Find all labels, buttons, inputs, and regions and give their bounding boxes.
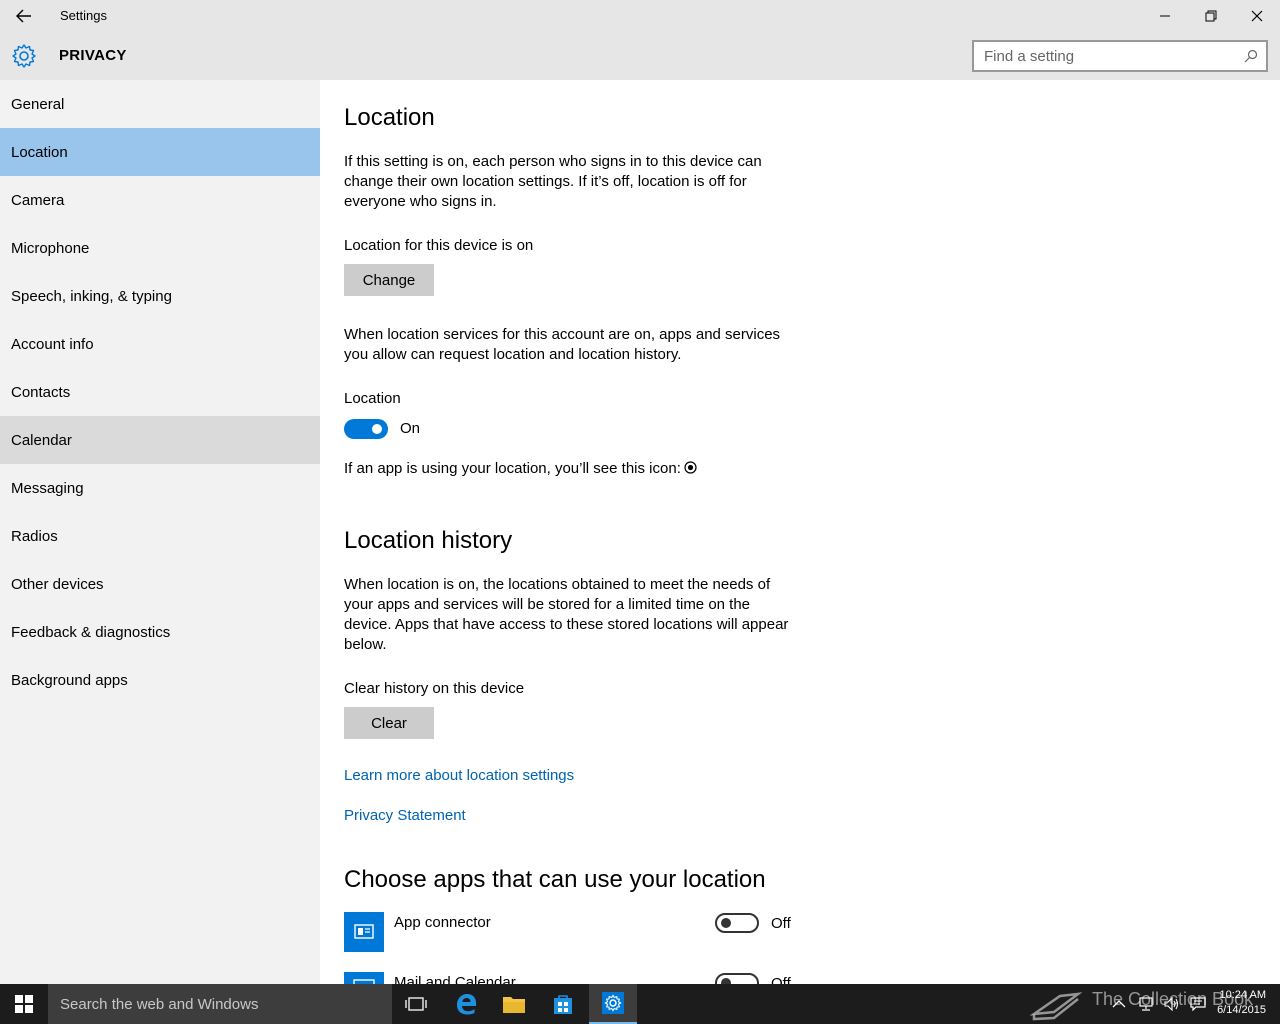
taskbar-clock[interactable]: 10:24 AM 6/14/2015 xyxy=(1217,988,1266,1018)
action-center-icon[interactable] xyxy=(1190,997,1206,1011)
account-location-description: When location services for this account … xyxy=(344,326,781,363)
store-icon xyxy=(554,995,572,1014)
choose-apps-heading: Choose apps that can use your location xyxy=(344,866,766,893)
sidebar-item-location[interactable]: Location xyxy=(0,128,320,176)
location-description: If this setting is on, each person who s… xyxy=(344,153,762,210)
sidebar-item-calendar[interactable]: Calendar xyxy=(0,416,320,464)
app-connector-toggle-state: Off xyxy=(771,915,791,932)
location-toggle-label: Location xyxy=(344,390,401,407)
learn-more-link[interactable]: Learn more about location settings xyxy=(344,767,574,784)
restore-icon xyxy=(1205,10,1217,22)
mail-calendar-name: Mail and Calendar xyxy=(394,974,516,984)
clear-history-label: Clear history on this device xyxy=(344,680,525,697)
sidebar-item-label: Location xyxy=(11,143,68,161)
chevron-up-icon[interactable] xyxy=(1112,999,1126,1009)
settings-gear-icon xyxy=(602,992,624,1014)
location-heading: Location xyxy=(344,104,435,131)
sidebar-item-label: Messaging xyxy=(11,479,84,497)
gear-icon xyxy=(12,44,36,68)
location-toggle-state: On xyxy=(400,420,421,437)
minimize-icon xyxy=(1160,15,1170,17)
sidebar-item-speech[interactable]: Speech, inking, & typing xyxy=(0,272,320,320)
sidebar-item-other-devices[interactable]: Other devices xyxy=(0,560,320,608)
location-history-heading: Location history xyxy=(344,527,513,554)
clock-time: 10:24 AM xyxy=(1219,989,1266,1001)
change-button[interactable]: Change xyxy=(344,264,434,296)
sidebar-item-label: Camera xyxy=(11,191,65,209)
close-button[interactable] xyxy=(1234,0,1280,32)
edge-icon xyxy=(457,994,476,1015)
main-content: Location If this setting is on, each per… xyxy=(320,80,1280,984)
book-logo-icon xyxy=(1030,992,1082,1021)
restore-button[interactable] xyxy=(1188,0,1234,32)
sidebar-item-label: Account info xyxy=(11,335,94,353)
search-input[interactable] xyxy=(984,47,1234,65)
sidebar-item-camera[interactable]: Camera xyxy=(0,176,320,224)
sidebar-item-feedback[interactable]: Feedback & diagnostics xyxy=(0,608,320,656)
system-tray xyxy=(1112,984,1206,1024)
clock-date: 6/14/2015 xyxy=(1217,1004,1266,1016)
app-connector-icon xyxy=(344,912,384,952)
privacy-statement-link[interactable]: Privacy Statement xyxy=(344,807,466,824)
location-history-description: When location is on, the locations obtai… xyxy=(344,576,789,653)
mail-calendar-toggle-state: Off xyxy=(771,975,791,984)
window-title: Settings xyxy=(60,8,107,23)
folder-icon xyxy=(503,997,525,1013)
sidebar-item-background-apps[interactable]: Background apps xyxy=(0,656,320,704)
volume-icon[interactable] xyxy=(1164,997,1180,1011)
search-icon[interactable] xyxy=(1244,49,1258,63)
close-icon xyxy=(1251,10,1263,22)
app-connector-toggle[interactable] xyxy=(715,913,759,933)
location-in-use-icon xyxy=(684,461,697,474)
sidebar-item-label: Background apps xyxy=(11,671,128,689)
device-location-status: Location for this device is on xyxy=(344,237,534,254)
sidebar-item-account-info[interactable]: Account info xyxy=(0,320,320,368)
store-button[interactable] xyxy=(539,984,587,1024)
taskbar: Search the web and Windows The Collectio… xyxy=(0,984,1280,1024)
settings-header: PRIVACY xyxy=(0,32,1280,80)
sidebar-item-label: Other devices xyxy=(11,575,104,593)
sidebar-item-label: Speech, inking, & typing xyxy=(11,287,172,305)
sidebar-item-radios[interactable]: Radios xyxy=(0,512,320,560)
task-view-icon xyxy=(405,997,427,1011)
sidebar-item-label: Contacts xyxy=(11,383,71,401)
task-view-button[interactable] xyxy=(392,984,440,1024)
sidebar-item-contacts[interactable]: Contacts xyxy=(0,368,320,416)
taskbar-search-text: Search the web and Windows xyxy=(60,996,259,1013)
sidebar-item-label: General xyxy=(11,95,65,113)
title-bar: Settings xyxy=(0,0,1280,32)
sidebar-item-label: Radios xyxy=(11,527,58,545)
app-connector-name: App connector xyxy=(394,914,491,931)
sidebar-item-general[interactable]: General xyxy=(0,80,320,128)
sidebar-item-label: Calendar xyxy=(11,431,72,449)
sidebar-item-label: Feedback & diagnostics xyxy=(11,623,171,641)
taskbar-search[interactable]: Search the web and Windows xyxy=(48,984,392,1024)
back-arrow-icon xyxy=(16,9,31,23)
location-icon-note: If an app is using your location, you’ll… xyxy=(344,460,681,477)
network-icon[interactable] xyxy=(1138,997,1154,1011)
location-toggle[interactable] xyxy=(344,419,388,439)
sidebar: General Location Camera Microphone Speec… xyxy=(0,80,320,984)
sidebar-item-messaging[interactable]: Messaging xyxy=(0,464,320,512)
section-title: PRIVACY xyxy=(59,47,127,64)
edge-button[interactable] xyxy=(442,984,490,1024)
mail-calendar-icon xyxy=(344,972,384,984)
clear-button[interactable]: Clear xyxy=(344,707,434,739)
mail-calendar-toggle[interactable] xyxy=(715,973,759,984)
minimize-button[interactable] xyxy=(1142,0,1188,32)
settings-taskbar-button[interactable] xyxy=(589,984,637,1024)
back-button[interactable] xyxy=(8,4,40,28)
file-explorer-button[interactable] xyxy=(490,984,538,1024)
sidebar-item-microphone[interactable]: Microphone xyxy=(0,224,320,272)
windows-logo-icon xyxy=(15,995,33,1013)
start-button[interactable] xyxy=(0,984,48,1024)
search-box[interactable] xyxy=(972,40,1268,72)
sidebar-item-label: Microphone xyxy=(11,239,90,257)
